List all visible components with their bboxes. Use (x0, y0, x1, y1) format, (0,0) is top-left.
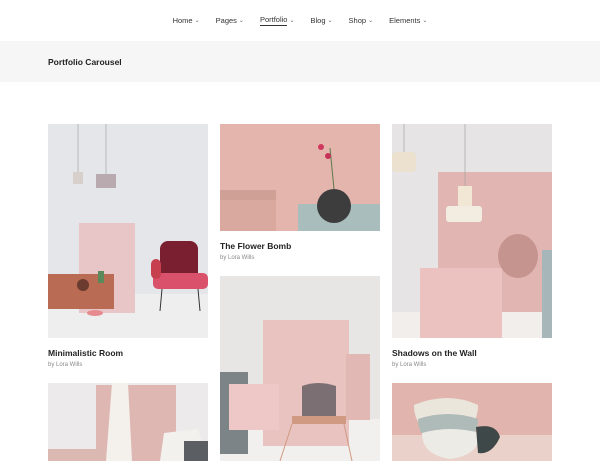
portfolio-image-flower-bomb[interactable] (220, 124, 380, 231)
portfolio-image-shadows-wall[interactable] (392, 124, 552, 338)
portfolio-title[interactable]: Shadows on the Wall (392, 348, 477, 358)
page-title: Portfolio Carousel (48, 56, 122, 67)
portfolio-title[interactable]: Minimalistic Room (48, 348, 123, 358)
nav-item-shop[interactable]: Shop ⌄ (349, 16, 374, 25)
nav-item-elements[interactable]: Elements ⌄ (389, 16, 427, 25)
nav-item-home[interactable]: Home ⌄ (173, 16, 200, 25)
nav-label-blog: Blog (310, 16, 326, 25)
nav-item-pages[interactable]: Pages ⌄ (216, 16, 244, 25)
portfolio-image-minimalistic-room[interactable] (48, 124, 208, 338)
nav-label-shop: Shop (348, 16, 367, 25)
portfolio-image-pink-room[interactable] (220, 276, 380, 461)
chevron-down-icon: ⌄ (238, 18, 244, 24)
chevron-down-icon: ⌄ (368, 18, 374, 24)
nav-label-pages: Pages (215, 16, 237, 25)
nav-label-elements: Elements (389, 16, 421, 25)
chevron-down-icon: ⌄ (422, 18, 428, 24)
portfolio-author[interactable]: by Lora Wills (220, 255, 254, 261)
nav-item-portfolio[interactable]: Portfolio ⌄ (259, 15, 295, 26)
portfolio-author[interactable]: by Lora Wills (48, 362, 82, 368)
chevron-down-icon: ⌄ (289, 18, 295, 24)
chevron-down-icon: ⌄ (327, 18, 333, 24)
chevron-down-icon: ⌄ (194, 18, 200, 24)
portfolio-title[interactable]: The Flower Bomb (220, 241, 291, 251)
portfolio-image-bottom-left[interactable] (48, 383, 208, 461)
nav-item-blog[interactable]: Blog ⌄ (311, 16, 333, 25)
main-nav: Home ⌄ Pages ⌄ Portfolio ⌄ Blog ⌄ Shop ⌄ Elem… (0, 0, 600, 41)
nav-label-portfolio: Portfolio (259, 15, 288, 26)
portfolio-image-bowls[interactable] (392, 383, 552, 461)
portfolio-author[interactable]: by Lora Wills (392, 362, 426, 368)
page-title-bar: Portfolio Carousel (0, 41, 600, 82)
nav-label-home: Home (172, 16, 193, 25)
